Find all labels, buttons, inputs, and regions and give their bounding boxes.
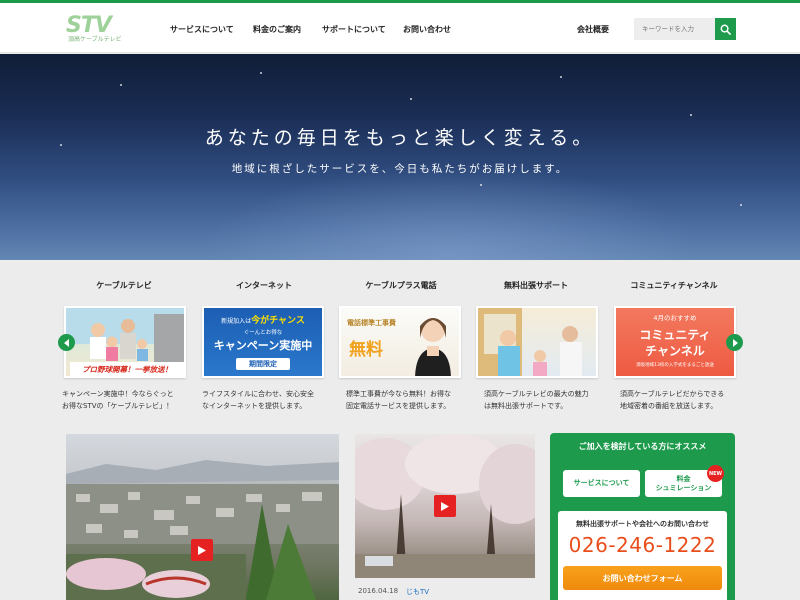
service-title-community[interactable]: コミュニティチャンネル	[612, 280, 736, 291]
catv-banner: プロ野球開幕！一挙放送！	[70, 362, 184, 376]
play-icon	[198, 545, 206, 555]
nav-support[interactable]: サポートについて	[322, 24, 386, 35]
internet-banner-tag: 期間限定	[236, 358, 290, 370]
carousel-prev-button[interactable]	[58, 334, 75, 351]
nav-company[interactable]: 会社概要	[577, 24, 609, 35]
town-landscape-image	[66, 460, 339, 600]
search-icon	[720, 24, 731, 35]
logo-subtitle: 須高ケーブルテレビ	[68, 36, 122, 43]
hero-subtitle: 地域に根ざしたサービスを、今日も私たちがお届けします。	[231, 163, 569, 175]
internet-banner-accent: 今がチャンス	[251, 316, 305, 326]
site-logo[interactable]: STV 須高ケーブルテレビ	[66, 13, 126, 44]
star	[560, 76, 562, 78]
phone-banner-main: 無料	[349, 340, 383, 360]
star	[260, 72, 262, 74]
contact-caption: 無料出張サポートや会社へのお問い合わせ	[576, 520, 709, 528]
internet-banner-mid: ぐーんとお得な	[243, 330, 283, 336]
site-header: STV 須高ケーブルテレビ サービスについて 料金のご案内 サポートについて お…	[0, 3, 800, 53]
news-category-link[interactable]: じもTV	[406, 587, 429, 597]
star	[740, 204, 742, 206]
internet-banner-top: 新規加入は今がチャンス	[221, 316, 305, 326]
service-card-phone[interactable]: 電話標準工事費 無料	[339, 306, 461, 378]
community-banner-top: 4月のおすすめ	[653, 314, 697, 322]
service-desc-catv: キャンペーン実施中！今ならぐっと お得なSTVの「ケーブルテレビ」！	[62, 390, 174, 410]
service-desc-phone: 標準工事費が今なら無料！お得な 固定電話サービスを提供します。	[346, 390, 451, 410]
nav-contact[interactable]: お問い合わせ	[403, 24, 451, 35]
community-banner-line2: チャンネル	[645, 344, 705, 358]
featured-video-town[interactable]	[66, 434, 339, 600]
service-title-internet[interactable]: インターネット	[202, 280, 326, 291]
community-banner-line1: コミュニティ	[639, 328, 711, 342]
contact-form-button[interactable]: お問い合わせフォーム	[563, 566, 722, 590]
star	[480, 184, 482, 186]
support-illustration	[478, 308, 582, 376]
recommend-panel: ご加入を検討している方にオススメ サービスについて 料金 シュミレーション NE…	[550, 433, 735, 600]
search-input[interactable]	[634, 18, 715, 40]
logo-mark: STV	[66, 13, 112, 38]
hero-banner: あなたの毎日をもっと楽しく変える。 地域に根ざしたサービスを、今日も私たちがお届…	[0, 54, 800, 260]
play-button[interactable]	[191, 539, 213, 561]
news-date: 2016.04.18	[358, 587, 399, 595]
service-title-support[interactable]: 無料出張サポート	[474, 280, 598, 291]
star	[410, 98, 412, 100]
service-desc-support: 須高ケーブルテレビの最大の魅力 は無料出張サポートです。	[484, 390, 589, 410]
chevron-left-icon	[63, 338, 69, 347]
contact-phone[interactable]: 026-246-1222	[558, 533, 727, 557]
service-desc-internet: ライフスタイルに合わせ、安心安全 なインターネットを提供します。	[202, 390, 314, 410]
community-banner-small: 須坂地域13校の入学式をまるごと放送	[636, 363, 714, 368]
play-icon	[441, 501, 449, 511]
contact-box: 無料出張サポートや会社へのお問い合わせ 026-246-1222 お問い合わせフ…	[558, 511, 727, 600]
hero-glow	[200, 164, 700, 260]
nav-services[interactable]: サービスについて	[170, 24, 234, 35]
recommend-heading: ご加入を検討している方にオススメ	[578, 442, 707, 451]
service-card-internet[interactable]: 新規加入は今がチャンス ぐーんとお得な キャンペーン実施中 期間限定	[202, 306, 324, 378]
operator-illustration	[415, 318, 451, 376]
service-title-catv[interactable]: ケーブルテレビ	[62, 280, 186, 291]
internet-banner-main: キャンペーン実施中	[213, 339, 313, 352]
promo-services-button[interactable]: サービスについて	[563, 470, 640, 497]
featured-video-cherry[interactable]	[355, 434, 535, 578]
search-button[interactable]	[715, 18, 736, 40]
hero-title: あなたの毎日をもっと楽しく変える。	[204, 127, 596, 149]
nav-pricing[interactable]: 料金のご案内	[253, 24, 301, 35]
star	[690, 114, 692, 116]
new-badge: NEW	[707, 465, 724, 482]
star	[120, 84, 122, 86]
chevron-right-icon	[732, 338, 738, 347]
service-card-community[interactable]: 4月のおすすめ コミュニティ チャンネル 須坂地域13校の入学式をまるごと放送	[614, 306, 736, 378]
service-desc-community: 須高ケーブルテレビだからできる 地域密着の番組を放送します。	[620, 390, 725, 410]
service-card-support[interactable]	[476, 306, 598, 378]
play-button[interactable]	[434, 495, 456, 517]
phone-banner-top: 電話標準工事費	[347, 319, 396, 327]
service-title-phone[interactable]: ケーブルプラス電話	[339, 280, 463, 291]
service-card-catv[interactable]: プロ野球開幕！一挙放送！	[64, 306, 186, 378]
carousel-next-button[interactable]	[726, 334, 743, 351]
